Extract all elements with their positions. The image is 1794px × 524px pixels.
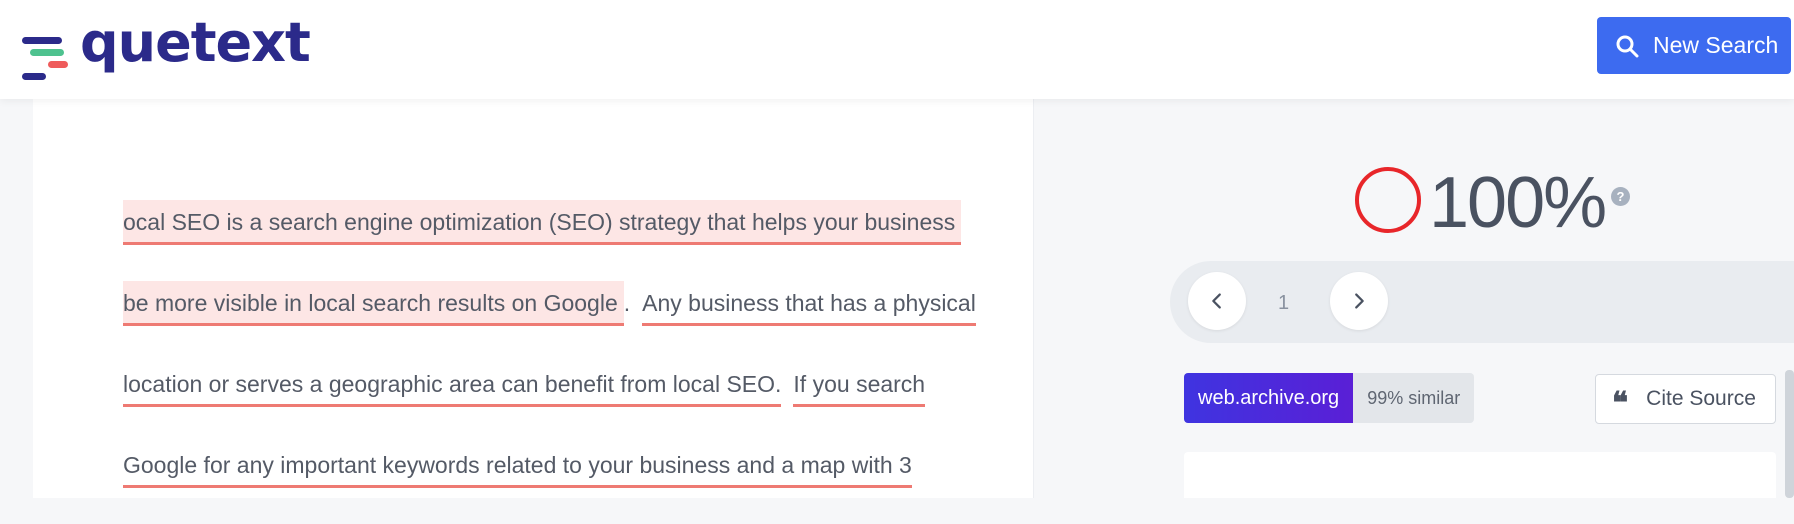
similarity-score: 100% bbox=[1429, 163, 1607, 243]
logo-mark-icon bbox=[22, 25, 68, 80]
match-page-number: 1 bbox=[1278, 292, 1290, 314]
matched-text-underline[interactable]: If you search bbox=[793, 362, 926, 407]
search-icon bbox=[1616, 35, 1639, 57]
chevron-right-icon bbox=[1355, 293, 1364, 309]
help-icon[interactable]: ? bbox=[1611, 187, 1630, 206]
source-name[interactable]: web.archive.org bbox=[1184, 373, 1354, 423]
new-search-button[interactable]: New Search bbox=[1597, 17, 1791, 74]
source-similarity: 99% similar bbox=[1353, 373, 1475, 423]
next-match-button[interactable] bbox=[1330, 272, 1388, 330]
source-badge[interactable]: web.archive.org 99% similar bbox=[1184, 373, 1475, 423]
quote-icon: ❝ bbox=[1612, 386, 1629, 421]
text-line: location or serves a geographic area can… bbox=[123, 362, 983, 443]
matched-text-underline[interactable]: Google for any important keywords relate… bbox=[123, 443, 912, 488]
document-text: ocal SEO is a search engine optimization… bbox=[123, 200, 983, 524]
text-line: ocal SEO is a search engine optimization… bbox=[123, 200, 983, 281]
matched-text-highlight[interactable]: be more visible in local search results … bbox=[123, 281, 624, 326]
period-text: . bbox=[623, 290, 631, 316]
matched-text-underline[interactable]: Any business that has a physical bbox=[642, 281, 976, 326]
chevron-left-icon bbox=[1212, 293, 1221, 309]
quetext-logo[interactable]: quetext bbox=[22, 11, 311, 80]
source-result-card bbox=[1184, 452, 1776, 498]
text-line: be more visible in local search results … bbox=[123, 281, 983, 362]
matched-text-underline[interactable]: location or serves a geographic area can… bbox=[123, 362, 782, 407]
cite-source-button[interactable]: ❝ Cite Source bbox=[1595, 374, 1776, 424]
scrollbar[interactable] bbox=[1785, 370, 1794, 498]
score-ring-icon bbox=[1355, 167, 1421, 233]
top-header: quetext New Search bbox=[0, 0, 1794, 99]
document-panel: ocal SEO is a search engine optimization… bbox=[33, 99, 1034, 498]
matched-text-highlight[interactable]: ocal SEO is a search engine optimization… bbox=[123, 200, 962, 245]
match-pager: 1 bbox=[1170, 261, 1794, 343]
logo-text: quetext bbox=[80, 11, 311, 74]
new-search-label: New Search bbox=[1653, 32, 1779, 58]
previous-match-button[interactable] bbox=[1188, 272, 1246, 330]
cite-source-label: Cite Source bbox=[1646, 387, 1756, 410]
text-line: Google for any important keywords relate… bbox=[123, 443, 983, 524]
